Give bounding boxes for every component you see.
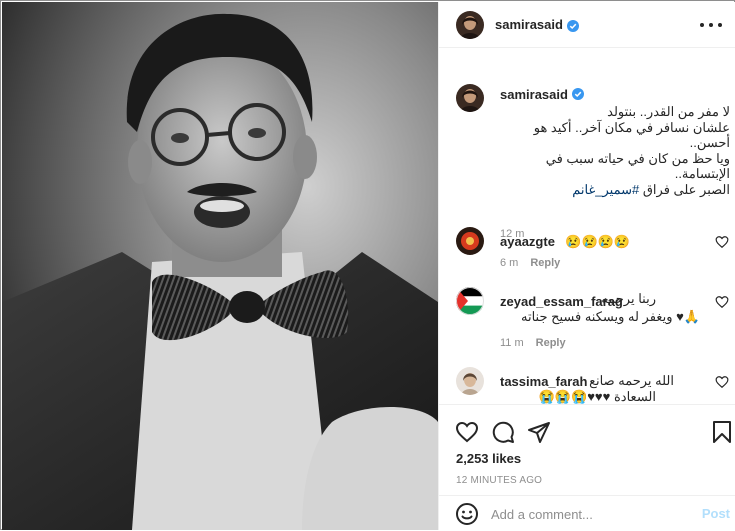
commenter-avatar[interactable] <box>456 287 484 315</box>
reply-button[interactable]: Reply <box>536 337 566 349</box>
bookmark-icon[interactable] <box>711 420 733 444</box>
comment-input[interactable] <box>491 504 681 524</box>
comment-text-line: ربنا يرحمه <box>601 291 656 306</box>
comment-time[interactable]: 6 m <box>500 257 518 269</box>
verified-icon <box>571 87 584 100</box>
caption-line: الإبتسامة.. <box>674 166 730 181</box>
comment-item: tassima_farah الله يرحمه صانع السعادة ♥♥… <box>456 367 731 404</box>
caption-avatar[interactable] <box>456 84 484 112</box>
caption-line-text: الصبر على فراق <box>642 181 730 197</box>
comment-meta: 6 m Reply <box>500 257 560 269</box>
caption-username[interactable]: samirasaid <box>500 87 568 102</box>
comment-text-line: الله يرحمه صانع <box>589 373 674 388</box>
more-icon[interactable] <box>700 17 722 33</box>
caption-line: لا مفر من القدر.. بنتولد <box>607 104 730 119</box>
commenter-avatar[interactable] <box>456 227 484 255</box>
comment-username[interactable]: ayaazgte <box>500 234 555 249</box>
caption-line: علشان نسافر في مكان آخر.. أكيد هو <box>533 119 730 135</box>
comment-item: zeyad_essam_farag ربنا يرحمه 🙏♥ ويغفر له… <box>456 287 731 357</box>
post-time[interactable]: 12 MINUTES AGO <box>456 475 542 486</box>
comment-text: 😢😢😢😢 <box>565 234 631 249</box>
comments-list[interactable]: samirasaid لا مفر من القدر.. بنتولد علشا… <box>439 49 735 404</box>
post-photo[interactable] <box>2 2 438 530</box>
like-comment-heart-icon[interactable] <box>715 295 729 309</box>
heart-icon[interactable] <box>455 420 479 444</box>
share-icon[interactable] <box>527 420 551 444</box>
post-sidebar: samirasaid samirasaid لا مفر من القدر.. … <box>438 2 735 530</box>
author-username[interactable]: samirasaid <box>495 17 563 32</box>
comment-time[interactable]: 11 m <box>500 337 524 349</box>
post-header: samirasaid <box>439 2 735 48</box>
commenter-avatar[interactable] <box>456 367 484 395</box>
emoji-icon[interactable] <box>455 502 479 526</box>
caption-line: الصبر على فراق #سمير_غانم <box>500 182 730 198</box>
comment-meta: 11 m Reply <box>500 337 566 349</box>
caption-hashtag[interactable]: #سمير_غانم <box>572 182 639 197</box>
comment-icon[interactable] <box>491 420 515 444</box>
caption-text: لا مفر من القدر.. بنتولد علشان نسافر في … <box>500 104 730 197</box>
reply-button[interactable]: Reply <box>530 257 560 269</box>
caption-author: samirasaid <box>500 86 584 104</box>
instagram-post-window: samirasaid samirasaid لا مفر من القدر.. … <box>0 0 735 530</box>
comment-text-line: السعادة ♥♥♥😭😭😭 <box>538 389 656 404</box>
caption-line: أحسن.. <box>689 135 730 150</box>
caption-line: ويا حظ من كان في حياته سبب في <box>545 150 730 166</box>
likes-count[interactable]: 2,253 likes <box>456 451 521 466</box>
author-avatar[interactable] <box>456 10 484 39</box>
comment-item: ayaazgte 😢😢😢😢 6 m Reply <box>456 227 731 287</box>
like-comment-heart-icon[interactable] <box>715 375 729 389</box>
add-comment-bar: Post <box>439 495 735 531</box>
comment-text-line: 🙏♥ ويغفر له ويسكنه فسيح جناته <box>520 309 700 324</box>
comment-author-line: ayaazgte 😢😢😢😢 <box>500 233 630 251</box>
like-comment-heart-icon[interactable] <box>715 235 729 249</box>
verified-icon <box>566 19 579 32</box>
post-button[interactable]: Post <box>702 506 730 521</box>
post-actions: 2,253 likes 12 MINUTES AGO Post <box>439 404 735 530</box>
